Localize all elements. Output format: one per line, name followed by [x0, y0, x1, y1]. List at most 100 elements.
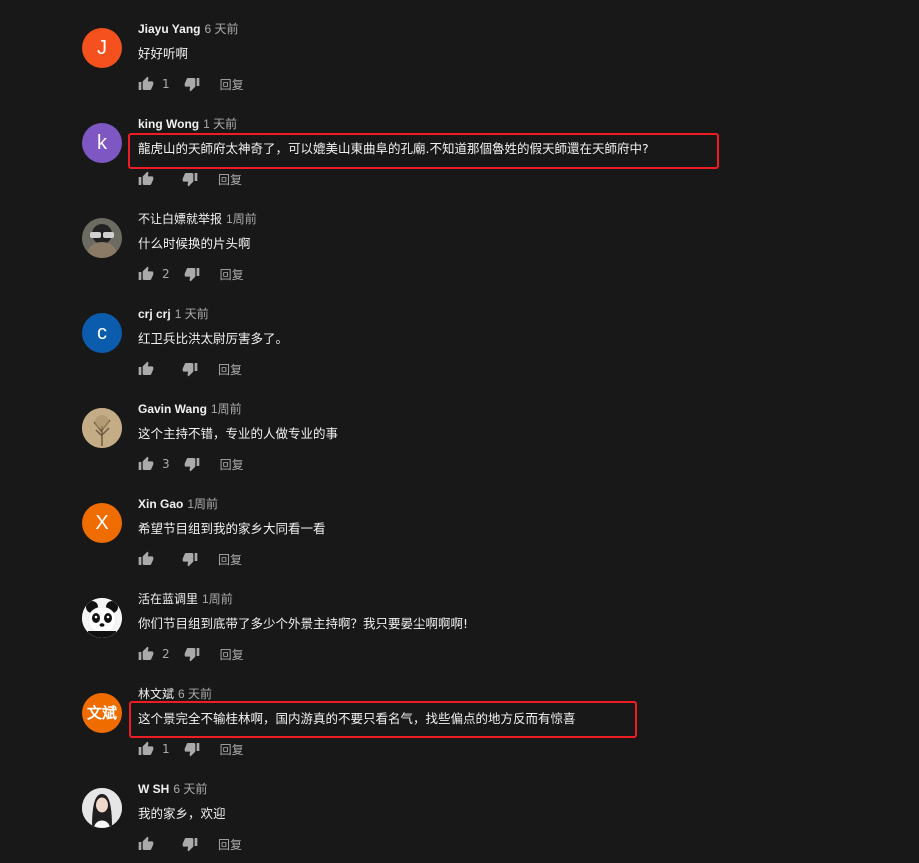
- comment-time[interactable]: 1周前: [226, 212, 257, 226]
- comment-author[interactable]: king Wong: [138, 117, 199, 131]
- comment-actions: 回复: [138, 549, 242, 569]
- comment-actions: 2 回复: [138, 644, 244, 664]
- comment-item: 活在蓝调里 1周前 你们节目组到底带了多少个外景主持啊？我只要晏尘啊啊啊! 2 回…: [0, 586, 919, 681]
- comment-time[interactable]: 6 天前: [178, 687, 212, 701]
- thumbs-down-icon[interactable]: [184, 741, 200, 757]
- reply-button[interactable]: 回复: [218, 171, 242, 188]
- thumbs-up-icon[interactable]: [138, 76, 154, 92]
- reply-button[interactable]: 回复: [220, 76, 244, 93]
- comment-time[interactable]: 6 天前: [204, 22, 238, 36]
- comment-author[interactable]: crj crj: [138, 307, 171, 321]
- avatar-photo: [82, 218, 122, 258]
- comment-header: 林文斌 6 天前: [138, 685, 212, 702]
- comment-text: 这个主持不错，专业的人做专业的事: [138, 426, 339, 441]
- avatar[interactable]: [82, 598, 122, 638]
- avatar[interactable]: [82, 408, 122, 448]
- comment-item: X Xin Gao 1周前 希望节目组到我的家乡大同看一看 回复: [0, 491, 919, 586]
- avatar[interactable]: [82, 218, 122, 258]
- avatar-letter: J: [97, 37, 107, 59]
- comment-actions: 回复: [138, 359, 242, 379]
- avatar[interactable]: c: [82, 313, 122, 353]
- thumbs-down-icon[interactable]: [184, 266, 200, 282]
- comment-actions: 1 回复: [138, 739, 244, 759]
- comment-time[interactable]: 6 天前: [173, 782, 207, 796]
- thumbs-up-icon[interactable]: [138, 646, 154, 662]
- comment-header: Gavin Wang 1周前: [138, 400, 242, 417]
- avatar-letter: X: [95, 512, 109, 534]
- comment-item: Gavin Wang 1周前 这个主持不错，专业的人做专业的事 3 回复: [0, 396, 919, 491]
- thumbs-down-icon[interactable]: [182, 551, 198, 567]
- comment-time[interactable]: 1周前: [211, 402, 242, 416]
- comment-text: 好好听啊: [138, 46, 189, 61]
- avatar[interactable]: k: [82, 123, 122, 163]
- like-count: 2: [162, 267, 170, 281]
- comment-item: W SH 6 天前 我的家乡，欢迎 回复: [0, 776, 919, 863]
- avatar[interactable]: 文斌: [82, 693, 122, 733]
- comment-author[interactable]: 活在蓝调里: [138, 592, 198, 606]
- comment-author[interactable]: Gavin Wang: [138, 402, 207, 416]
- comment-author[interactable]: Xin Gao: [138, 497, 183, 511]
- avatar[interactable]: [82, 788, 122, 828]
- reply-button[interactable]: 回复: [220, 646, 244, 663]
- comments-section: J Jiayu Yang 6 天前 好好听啊 1 回复 k king Wong 1 …: [0, 0, 919, 863]
- thumbs-down-icon[interactable]: [182, 171, 198, 187]
- thumbs-down-icon[interactable]: [182, 836, 198, 852]
- avatar[interactable]: X: [82, 503, 122, 543]
- thumbs-up-icon[interactable]: [138, 741, 154, 757]
- reply-button[interactable]: 回复: [220, 741, 244, 758]
- thumbs-down-icon[interactable]: [182, 361, 198, 377]
- comment-header: Jiayu Yang 6 天前: [138, 20, 239, 37]
- highlight-box: [128, 133, 719, 169]
- reply-button[interactable]: 回复: [220, 456, 244, 473]
- comment-header: 不让白嫖就举报 1周前: [138, 210, 257, 227]
- panda-avatar-icon: [82, 598, 122, 638]
- thumbs-up-icon[interactable]: [138, 551, 154, 567]
- comment-header: 活在蓝调里 1周前: [138, 590, 233, 607]
- thumbs-down-icon[interactable]: [184, 456, 200, 472]
- comment-text: 什么时候换的片头啊: [138, 236, 251, 251]
- reply-button[interactable]: 回复: [218, 836, 242, 853]
- comment-text: 希望节目组到我的家乡大同看一看: [138, 521, 326, 536]
- comment-actions: 回复: [138, 169, 242, 189]
- avatar-photo: [82, 788, 122, 828]
- comment-author[interactable]: W SH: [138, 782, 169, 796]
- reply-button[interactable]: 回复: [220, 266, 244, 283]
- like-count: 1: [162, 742, 170, 756]
- like-count: 3: [162, 457, 170, 471]
- reply-button[interactable]: 回复: [218, 551, 242, 568]
- comment-header: king Wong 1 天前: [138, 115, 237, 132]
- comment-actions: 1 回复: [138, 74, 244, 94]
- comment-actions: 回复: [138, 834, 242, 854]
- comment-header: crj crj 1 天前: [138, 305, 209, 322]
- comment-time[interactable]: 1 天前: [175, 307, 209, 321]
- comment-item: 不让白嫖就举报 1周前 什么时候换的片头啊 2 回复: [0, 206, 919, 301]
- avatar[interactable]: J: [82, 28, 122, 68]
- thumbs-up-icon[interactable]: [138, 266, 154, 282]
- comment-time[interactable]: 1周前: [187, 497, 218, 511]
- thumbs-up-icon[interactable]: [138, 456, 154, 472]
- thumbs-down-icon[interactable]: [184, 646, 200, 662]
- comment-author[interactable]: 林文斌: [138, 687, 174, 701]
- like-count: 2: [162, 647, 170, 661]
- comment-item: J Jiayu Yang 6 天前 好好听啊 1 回复: [0, 16, 919, 111]
- comment-time[interactable]: 1周前: [202, 592, 233, 606]
- comment-header: Xin Gao 1周前: [138, 495, 218, 512]
- comment-header: W SH 6 天前: [138, 780, 207, 797]
- comment-text: 我的家乡，欢迎: [138, 806, 226, 821]
- thumbs-up-icon[interactable]: [138, 361, 154, 377]
- avatar-letter: c: [97, 322, 107, 344]
- comment-text: 你们节目组到底带了多少个外景主持啊？我只要晏尘啊啊啊!: [138, 616, 469, 631]
- comment-time[interactable]: 1 天前: [203, 117, 237, 131]
- avatar-letter: k: [97, 132, 107, 154]
- thumbs-down-icon[interactable]: [184, 76, 200, 92]
- thumbs-up-icon[interactable]: [138, 836, 154, 852]
- comment-actions: 3 回复: [138, 454, 244, 474]
- comment-author[interactable]: Jiayu Yang: [138, 22, 200, 36]
- reply-button[interactable]: 回复: [218, 361, 242, 378]
- thumbs-up-icon[interactable]: [138, 171, 154, 187]
- like-count: 1: [162, 77, 170, 91]
- highlight-box: [129, 701, 637, 738]
- comment-item: c crj crj 1 天前 红卫兵比洪太尉厉害多了。 回复: [0, 301, 919, 396]
- comment-author[interactable]: 不让白嫖就举报: [138, 212, 222, 226]
- comment-text: 红卫兵比洪太尉厉害多了。: [138, 331, 289, 346]
